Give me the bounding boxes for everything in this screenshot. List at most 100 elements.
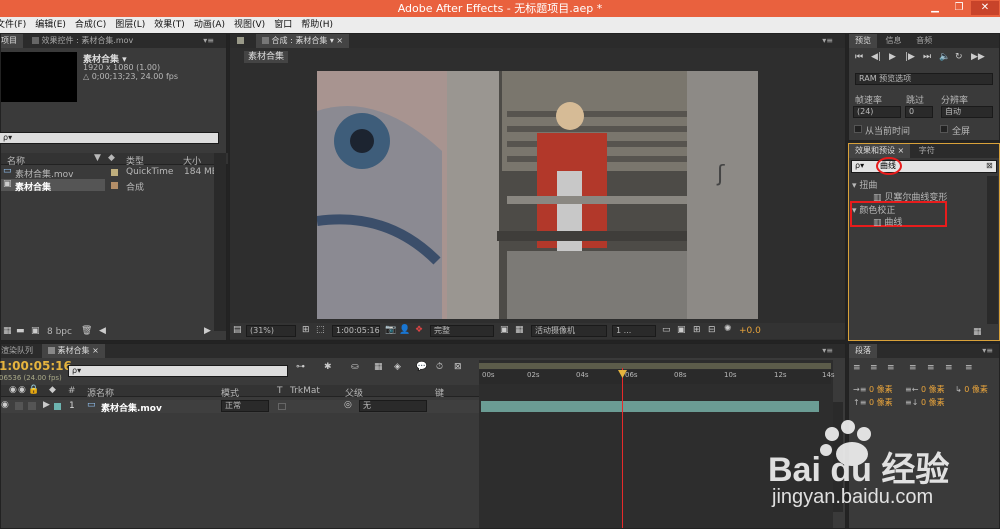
col-mode[interactable]: 模式 bbox=[221, 386, 239, 399]
resolution-select[interactable]: 自动 bbox=[941, 106, 993, 118]
timeline-current-time[interactable]: 1:00:05:16 bbox=[0, 359, 72, 373]
justify-last-right-icon[interactable]: ≡ bbox=[945, 363, 953, 373]
lock-icon[interactable] bbox=[230, 34, 253, 48]
exposure-value[interactable]: +0.0 bbox=[739, 326, 761, 336]
tab-composition[interactable]: 合成 : 素材合集 ▾ × bbox=[255, 34, 350, 48]
motion-blur-icon[interactable]: ◈ bbox=[394, 362, 401, 372]
menu-help[interactable]: 帮助(H) bbox=[298, 17, 339, 33]
scroll-right-icon[interactable]: ▶ bbox=[204, 326, 211, 336]
project-scrollbar[interactable] bbox=[214, 153, 226, 331]
tab-paragraph[interactable]: 段落 bbox=[849, 344, 877, 358]
label-swatch[interactable] bbox=[111, 182, 118, 189]
camera-dropdown[interactable]: 活动摄像机 bbox=[531, 325, 607, 337]
close-button[interactable]: ✕ bbox=[971, 1, 999, 15]
auto-keyframe-icon[interactable]: ⏱ bbox=[436, 362, 443, 372]
effects-scrollbar[interactable] bbox=[987, 176, 998, 324]
pickwhip-icon[interactable]: ◎ bbox=[344, 400, 352, 410]
transparency-grid-icon[interactable]: ▦ bbox=[515, 325, 524, 335]
bpc-label[interactable]: 8 bpc bbox=[47, 327, 72, 337]
frame-blending-icon[interactable]: ▦ bbox=[374, 362, 383, 372]
tab-audio[interactable]: 音频 bbox=[910, 34, 938, 48]
menu-layer[interactable]: 图层(L) bbox=[112, 17, 151, 33]
justify-last-left-icon[interactable]: ≡ bbox=[909, 363, 917, 373]
col-source-name[interactable]: 源名称 bbox=[87, 386, 114, 399]
maximize-button[interactable]: ❐ bbox=[947, 1, 971, 15]
panel-menu-icon[interactable]: ▾≡ bbox=[822, 34, 833, 48]
col-parent[interactable]: 父级 bbox=[345, 386, 363, 399]
work-area-bar[interactable] bbox=[479, 363, 831, 369]
ram-preview-icon[interactable]: ▶▶ bbox=[971, 52, 985, 62]
menu-animation[interactable]: 动画(A) bbox=[191, 17, 231, 33]
ram-preview-options[interactable]: RAM 预览选项 bbox=[855, 73, 993, 85]
tab-project[interactable]: 项目 bbox=[1, 34, 23, 48]
layer-name[interactable]: 素材合集.mov bbox=[101, 401, 162, 414]
loop-icon[interactable]: ↻ bbox=[955, 52, 963, 62]
new-preset-icon[interactable]: ▦ bbox=[973, 327, 982, 337]
justify-last-center-icon[interactable]: ≡ bbox=[927, 363, 935, 373]
layer-label-swatch[interactable] bbox=[54, 403, 61, 410]
tab-info[interactable]: 信息 bbox=[880, 34, 908, 48]
first-frame-icon[interactable]: ⏮ bbox=[855, 52, 863, 62]
justify-all-icon[interactable]: ≡ bbox=[965, 363, 973, 373]
blend-mode-dropdown[interactable]: 正常 bbox=[221, 400, 269, 412]
col-trkmat[interactable]: TrkMat bbox=[290, 386, 320, 396]
minimize-button[interactable]: ▁ bbox=[923, 1, 947, 15]
tab-render-queue[interactable]: 渲染队列 bbox=[1, 344, 39, 358]
indent-left-field[interactable]: →≡ 0 像素 bbox=[853, 384, 893, 395]
indent-first-field[interactable]: ↳ 0 像素 bbox=[955, 384, 988, 395]
tab-character[interactable]: 字符 bbox=[913, 144, 941, 158]
indent-right-field[interactable]: ≡← 0 像素 bbox=[905, 384, 945, 395]
effect-curves[interactable]: ▥ 曲线 bbox=[873, 215, 902, 228]
audio-toggle[interactable] bbox=[15, 402, 23, 410]
next-frame-icon[interactable]: |▶ bbox=[905, 52, 915, 62]
brainstorm-icon[interactable]: 💬 bbox=[416, 362, 427, 372]
fullscreen-checkbox[interactable] bbox=[940, 125, 948, 133]
snapshot-icon[interactable]: 📷 bbox=[385, 325, 396, 335]
space-before-field[interactable]: ↑≡ 0 像素 bbox=[853, 397, 893, 408]
scroll-left-icon[interactable]: ◀ bbox=[99, 326, 106, 336]
menu-effect[interactable]: 效果(T) bbox=[151, 17, 191, 33]
flowchart-icon[interactable]: ⊟ bbox=[708, 325, 716, 335]
prev-frame-icon[interactable]: ◀| bbox=[871, 52, 881, 62]
channel-icon[interactable]: ❖ bbox=[415, 325, 423, 335]
clear-search-icon[interactable]: ⊠ bbox=[986, 161, 993, 171]
comp-viewer[interactable]: ʃ bbox=[317, 71, 758, 319]
show-snapshot-icon[interactable]: 👤 bbox=[399, 325, 410, 335]
visibility-icon[interactable]: ◉ bbox=[1, 400, 9, 410]
menu-edit[interactable]: 编辑(E) bbox=[32, 17, 72, 33]
audio-icon[interactable]: 🔈 bbox=[939, 52, 950, 62]
solo-toggle[interactable] bbox=[28, 402, 36, 410]
current-time-display[interactable]: 1:00:05:16 bbox=[332, 325, 380, 337]
panel-menu-icon[interactable]: ▾≡ bbox=[982, 344, 993, 358]
menu-file[interactable]: 文件(F) bbox=[0, 17, 32, 33]
layer-row[interactable]: ◉ ▶ 1 ▭ 素材合集.mov 正常 ◎ 无 bbox=[1, 400, 479, 414]
tab-preview[interactable]: 预览 bbox=[849, 34, 877, 48]
trash-icon[interactable]: 🗑 bbox=[81, 326, 92, 336]
label-swatch[interactable] bbox=[111, 169, 118, 176]
menu-composition[interactable]: 合成(C) bbox=[72, 17, 112, 33]
region-icon[interactable]: ⬚ bbox=[316, 325, 325, 335]
project-row[interactable]: ▭ 素材合集.mov QuickTime 184 MB bbox=[1, 166, 218, 180]
preserve-transparency-checkbox[interactable] bbox=[278, 403, 286, 410]
menu-window[interactable]: 窗口 bbox=[271, 17, 298, 33]
align-right-icon[interactable]: ≡ bbox=[887, 363, 895, 373]
timeline-icon[interactable]: ⊞ bbox=[693, 325, 701, 335]
project-row-selected[interactable]: ▣ 素材合集 bbox=[1, 179, 105, 193]
zoom-dropdown[interactable]: (31%) bbox=[246, 325, 296, 337]
align-center-icon[interactable]: ≡ bbox=[870, 363, 878, 373]
expand-layer-icon[interactable]: ▶ bbox=[43, 400, 50, 410]
timeline-search-input[interactable]: ρ▾ bbox=[68, 365, 288, 377]
align-left-icon[interactable]: ≡ bbox=[853, 363, 861, 373]
safe-margins-icon[interactable]: ⊞ bbox=[302, 325, 310, 335]
always-preview-icon[interactable]: ▤ bbox=[233, 325, 242, 335]
interpret-footage-icon[interactable]: ▦ bbox=[3, 326, 12, 336]
layer-duration-bar[interactable] bbox=[481, 401, 819, 412]
project-search-input[interactable]: ρ▾ bbox=[0, 132, 219, 144]
panel-menu-icon[interactable]: ▾≡ bbox=[203, 34, 214, 48]
new-comp-icon[interactable]: ▣ bbox=[31, 326, 40, 336]
views-dropdown[interactable]: 1 ... bbox=[612, 325, 656, 337]
parent-dropdown[interactable]: 无 bbox=[359, 400, 427, 412]
fast-preview-icon[interactable]: ▣ bbox=[677, 325, 686, 335]
tab-timeline-comp[interactable]: 素材合集 × bbox=[41, 344, 105, 358]
fps-select[interactable]: (24) bbox=[853, 106, 901, 118]
